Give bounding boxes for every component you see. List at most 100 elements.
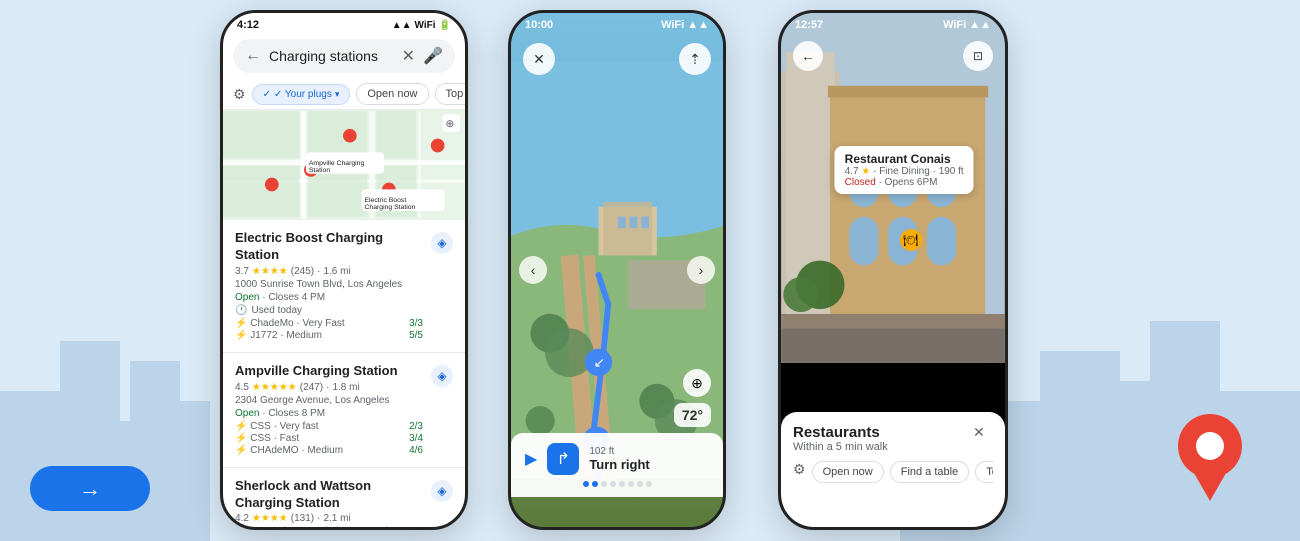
phone3-info-bubble[interactable]: Restaurant Conais 4.7 ★ · Fine Dining · …	[835, 146, 974, 194]
phone3-street-content: ← ⊡ Restaurant Conais 4.7 ★ · Fine Dinin…	[781, 13, 1005, 527]
play-icon[interactable]: ▶	[525, 449, 537, 469]
result2-meta: 4.5 ★★★★★ (247) · 1.8 mi	[235, 382, 423, 393]
phone2-direction-card: ▶ ↱ 102 ft Turn right	[511, 433, 723, 497]
back-icon[interactable]: ←	[245, 47, 261, 65]
mic-icon[interactable]: 🎤	[423, 46, 443, 66]
result3-stars: ★★★★	[252, 513, 288, 524]
result2-charger3: ⚡ CHAdeMO · Medium 4/6	[235, 445, 423, 456]
phone3-restaurant-icon[interactable]: 🍽	[900, 229, 922, 251]
dot	[646, 481, 652, 487]
phone2-aerial-view: ↙ ↙ ✕ ⇡ 72° ⊕ ‹ › ▶ ↱ 102 ft Turn right	[511, 13, 723, 527]
search-text: Charging stations	[269, 48, 394, 64]
phone1-search-bar[interactable]: ← Charging stations ✕ 🎤	[233, 39, 455, 73]
result2-nav-icon[interactable]: ◈	[431, 365, 453, 387]
result2-reviews: (247)	[300, 382, 323, 393]
bubble-rating: 4.7	[845, 166, 859, 177]
result1-rating: 3.7	[235, 266, 249, 277]
bubble-meta: 4.7 ★ · Fine Dining · 190 ft	[845, 166, 964, 177]
battery-icon: 🔋	[439, 20, 451, 31]
wifi-icon: WiFi	[661, 19, 684, 31]
phone2-direction-row: ▶ ↱ 102 ft Turn right	[525, 443, 709, 475]
phone1-results-list: Electric Boost Charging Station 3.7 ★★★★…	[223, 220, 465, 530]
result3-distance: 2.1 mi	[323, 513, 350, 524]
phone3-find-table-chip[interactable]: Find a table	[890, 461, 969, 483]
arrow-right-icon: →	[79, 476, 101, 502]
result3-nav-icon[interactable]: ◈	[431, 480, 453, 502]
clear-icon[interactable]: ✕	[402, 46, 415, 66]
phone2-progress-dots	[525, 481, 709, 487]
dot	[637, 481, 643, 487]
result2-distance: 1.8 mi	[332, 382, 359, 393]
dot	[610, 481, 616, 487]
phone2-direction-text: 102 ft Turn right	[589, 446, 649, 472]
blue-arrow[interactable]: →	[30, 466, 150, 511]
phone2-turn-icon: ↱	[547, 443, 579, 475]
tune-icon[interactable]: ⚙	[233, 86, 246, 103]
bubble-distance: 190 ft	[939, 166, 964, 177]
result1-charger2: ⚡ J1772 · Medium 5/5	[235, 330, 423, 341]
map-svg: Ampville Charging Station Electric Boost…	[223, 110, 465, 220]
phone3-panel-info: Restaurants Within a 5 min walk	[793, 424, 888, 453]
svg-text:↙: ↙	[594, 355, 605, 370]
phone3-panel-header: Restaurants Within a 5 min walk ✕	[793, 424, 993, 453]
phone3-status-bar: 12:57 WiFi ▲▲	[781, 13, 1005, 33]
result1-address: 1000 Sunrise Town Blvd, Los Angeles	[235, 279, 423, 290]
phone1-time: 4:12	[237, 19, 259, 31]
phone3-panel-close[interactable]: ✕	[973, 424, 993, 444]
signal-icon: ▲▲	[392, 20, 412, 31]
phone3-panel-title: Restaurants	[793, 424, 888, 441]
phone3-time: 12:57	[795, 19, 823, 31]
result-item-3[interactable]: Sherlock and Wattson Charging Station 4.…	[223, 468, 465, 530]
your-plugs-chip[interactable]: ✓ ✓ Your plugs ▾	[252, 84, 351, 105]
phone3-filter-bar: ⚙ Open now Find a table Top-rated More	[793, 461, 993, 483]
result2-title: Ampville Charging Station	[235, 363, 423, 380]
phone-1: 4:12 ▲▲ WiFi 🔋 ← Charging stations ✕ 🎤 ⚙…	[220, 10, 468, 530]
phone2-left-arrow[interactable]: ‹	[519, 256, 547, 284]
bubble-status: Closed · Opens 6PM	[845, 177, 964, 188]
phone2-close-button[interactable]: ✕	[523, 43, 555, 75]
phone1-map[interactable]: Ampville Charging Station Electric Boost…	[223, 110, 465, 220]
result1-nav-icon[interactable]: ◈	[431, 232, 453, 254]
phone3-status-icons: WiFi ▲▲	[943, 19, 991, 31]
chevron-icon: ▾	[335, 89, 340, 100]
filter-icon[interactable]: ⚙	[793, 461, 806, 483]
result-item-1[interactable]: Electric Boost Charging Station 3.7 ★★★★…	[223, 220, 465, 353]
phone3-street-view-button[interactable]: ⊡	[963, 41, 993, 71]
result1-distance: 1.6 mi	[323, 266, 350, 277]
phone3-open-now-chip[interactable]: Open now	[812, 461, 884, 483]
phone2-compass[interactable]: ⊕	[683, 369, 711, 397]
phone3-top-rated-chip[interactable]: Top-rated	[975, 461, 993, 483]
phone-2: 10:00 WiFi ▲▲	[508, 10, 726, 530]
svg-text:⊕: ⊕	[445, 118, 454, 130]
svg-text:Charging Station: Charging Station	[364, 204, 415, 211]
result3-title: Sherlock and Wattson Charging Station	[235, 478, 423, 512]
phone3-bottom-panel: Restaurants Within a 5 min walk ✕ ⚙ Open…	[781, 412, 1005, 527]
result2-charger1: ⚡ CSS · Very fast 2/3	[235, 421, 423, 432]
phone3-back-button[interactable]: ←	[793, 41, 823, 71]
result1-title: Electric Boost Charging Station	[235, 230, 423, 264]
result1-status: Open · Closes 4 PM	[235, 292, 423, 303]
result1-used: 🕐 Used today	[235, 305, 423, 316]
signal-icon: ▲▲	[687, 19, 709, 31]
result1-meta: 3.7 ★★★★ (245) · 1.6 mi	[235, 266, 423, 277]
result2-charger2: ⚡ CSS · Fast 3/4	[235, 433, 423, 444]
wifi-icon: WiFi	[415, 20, 436, 31]
phone2-instruction: Turn right	[589, 457, 649, 472]
bubble-title: Restaurant Conais	[845, 152, 964, 166]
phone2-distance: 102 ft	[589, 446, 649, 457]
wifi-icon: WiFi	[943, 19, 966, 31]
phone-3: 12:57 WiFi ▲▲	[778, 10, 1008, 530]
result1-charger1: ⚡ ChadeMo · Very Fast 3/3	[235, 318, 423, 329]
dot	[628, 481, 634, 487]
phone3-street-view: ← ⊡ Restaurant Conais 4.7 ★ · Fine Dinin…	[781, 13, 1005, 363]
dot	[592, 481, 598, 487]
red-map-pin	[1175, 411, 1245, 501]
phone2-share-button[interactable]: ⇡	[679, 43, 711, 75]
open-now-chip[interactable]: Open now	[356, 83, 428, 105]
phone2-right-arrow[interactable]: ›	[687, 256, 715, 284]
result3-rating: 4.2	[235, 513, 249, 524]
result3-address: 200 N Magic Lane Blvd, Los Angeles	[235, 526, 423, 530]
dot	[619, 481, 625, 487]
top-rated-chip[interactable]: Top rated	[435, 83, 465, 105]
result-item-2[interactable]: Ampville Charging Station 4.5 ★★★★★ (247…	[223, 353, 465, 468]
